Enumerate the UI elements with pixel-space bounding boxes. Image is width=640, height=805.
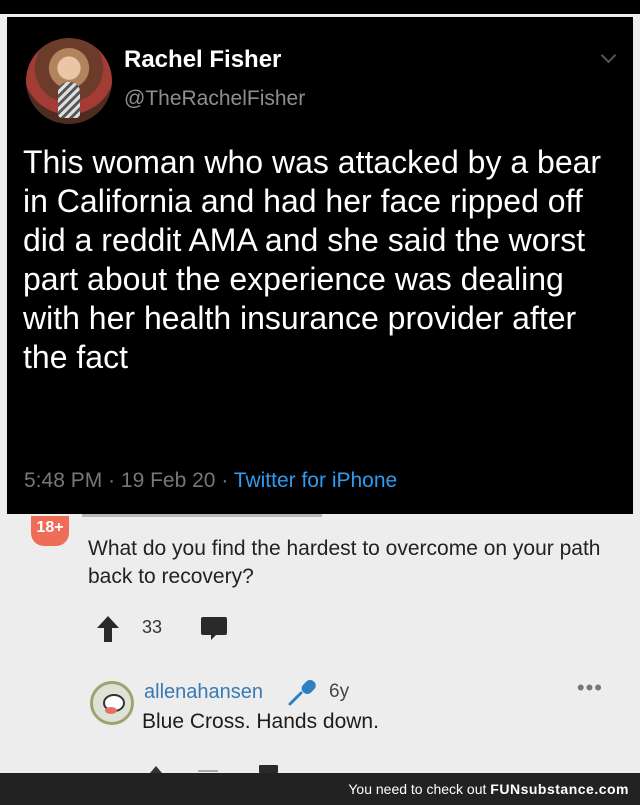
reddit-comment-thread: 18+ What do you find the hardest to over…: [0, 514, 640, 773]
upvote-count: 33: [142, 617, 163, 637]
separator: ·: [221, 469, 229, 492]
upvote-arrow-icon[interactable]: [96, 615, 120, 643]
tweet-metadata: 5:48 PM · 19 Feb 20 · Twitter for iPhone: [24, 469, 397, 493]
reply-username[interactable]: allenahansen: [144, 681, 263, 704]
footer-prefix: You need to check out: [348, 781, 487, 797]
top-black-bar: [0, 0, 640, 14]
user-avatar[interactable]: [90, 681, 134, 725]
ama-question: What do you find the hardest to overcome…: [88, 537, 601, 588]
comment-icon[interactable]: [200, 615, 228, 641]
watermark-footer: You need to check out FUNsubstance.com: [0, 773, 640, 805]
chevron-down-icon[interactable]: [600, 47, 617, 64]
tweet-source-link[interactable]: Twitter for iPhone: [234, 469, 397, 492]
funsubstance-brand[interactable]: FUNsubstance.com: [490, 781, 629, 797]
reply-text: Blue Cross. Hands down.: [142, 710, 379, 733]
nsfw-badge: 18+: [31, 516, 69, 546]
reply-age: 6y: [329, 681, 350, 702]
tweet-time: 5:48 PM: [24, 469, 103, 492]
profile-avatar[interactable]: [26, 38, 112, 124]
tweet-text: This woman who was attacked by a bear in…: [23, 144, 602, 375]
separator: ·: [108, 469, 116, 492]
tweet-card: Rachel Fisher @TheRachelFisher This woma…: [7, 17, 633, 514]
clipped-header-line: [82, 514, 322, 525]
twitter-handle[interactable]: @TheRachelFisher: [124, 87, 305, 111]
microphone-icon: [288, 679, 316, 706]
more-options-icon[interactable]: •••: [577, 677, 603, 699]
display-name[interactable]: Rachel Fisher: [124, 46, 281, 74]
tweet-date: 19 Feb 20: [120, 469, 216, 492]
